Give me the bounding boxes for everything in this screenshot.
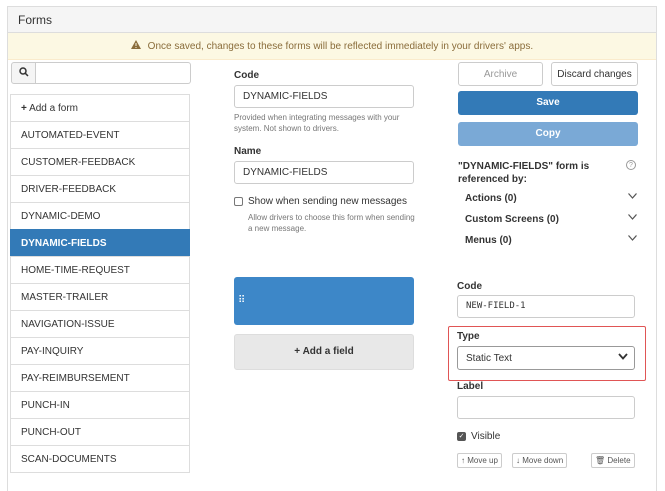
delete-button[interactable]: 🗑 Delete (591, 453, 635, 468)
name-label: Name (234, 146, 262, 157)
drag-handle-icon[interactable]: ⠿ (238, 295, 245, 306)
chevron-down-icon (628, 212, 637, 223)
archive-button[interactable]: Archive (458, 62, 543, 86)
references-actions[interactable]: Actions (0) (465, 193, 637, 204)
form-list-item[interactable]: DRIVER-FEEDBACK (10, 175, 190, 203)
form-list-item[interactable]: HOME-TIME-REQUEST (10, 256, 190, 284)
form-search (11, 62, 191, 84)
visible-label: Visible (471, 431, 501, 442)
code-help: Provided when integrating messages with … (234, 113, 400, 133)
field-type-label: Type (457, 331, 480, 342)
add-field-button[interactable]: + Add a field (234, 334, 414, 370)
references-menus-label: Menus (0) (465, 235, 512, 246)
field-item-selected[interactable]: ⠿ (234, 277, 414, 325)
trash-icon: 🗑 (595, 456, 606, 465)
form-list-item[interactable]: SCAN-DOCUMENTS (10, 445, 190, 473)
visible-checkbox[interactable]: ✓ (457, 431, 466, 441)
show-new-messages-help: Allow drivers to choose this form when s… (248, 213, 415, 233)
move-down-label: Move down (522, 456, 564, 465)
search-input[interactable] (36, 62, 191, 84)
form-list-item[interactable]: PUNCH-IN (10, 391, 190, 419)
panel-header: Forms (8, 7, 656, 33)
help-icon[interactable]: ? (626, 160, 636, 170)
form-list-item[interactable]: MASTER-TRAILER (10, 283, 190, 311)
move-up-label: Move up (467, 456, 498, 465)
chevron-down-icon (628, 233, 637, 244)
add-form-button[interactable]: + Add a form (10, 94, 190, 122)
add-field-label: Add a field (302, 346, 354, 357)
references-menus[interactable]: Menus (0) (465, 235, 637, 246)
references-title: "DYNAMIC-FIELDS" form is referenced by: (458, 161, 590, 185)
chevron-down-icon (618, 352, 628, 363)
field-code-input[interactable]: NEW-FIELD-1 (457, 295, 635, 318)
form-list-item[interactable]: PAY-REIMBURSEMENT (10, 364, 190, 392)
move-up-button[interactable]: ↑ Move up (457, 453, 502, 468)
show-new-messages-checkbox[interactable] (234, 196, 243, 206)
field-label-input[interactable] (457, 396, 635, 419)
warning-text: Once saved, changes to these forms will … (147, 41, 534, 52)
form-list-item[interactable]: CUSTOMER-FEEDBACK (10, 148, 190, 176)
arrow-up-icon: ↑ (461, 456, 465, 465)
copy-button[interactable]: Copy (458, 122, 638, 146)
field-code-label: Code (457, 281, 482, 292)
page-title: Forms (18, 13, 52, 27)
field-label-label: Label (457, 381, 484, 392)
add-form-label: Add a form (29, 103, 78, 114)
delete-label: Delete (607, 456, 631, 465)
plus-icon: + (21, 103, 27, 114)
move-down-button[interactable]: ↓ Move down (512, 453, 568, 468)
references-heading: "DYNAMIC-FIELDS" form is referenced by: … (458, 160, 638, 186)
name-field[interactable]: DYNAMIC-FIELDS (234, 161, 414, 184)
arrow-down-icon: ↓ (516, 456, 520, 465)
references-custom-screens-label: Custom Screens (0) (465, 214, 559, 225)
field-type-value: Static Text (466, 353, 512, 364)
references-actions-label: Actions (0) (465, 193, 517, 204)
form-list-item[interactable]: DYNAMIC-DEMO (10, 202, 190, 230)
references-custom-screens[interactable]: Custom Screens (0) (465, 214, 637, 225)
form-list-item[interactable]: PAY-INQUIRY (10, 337, 190, 365)
chevron-down-icon (628, 191, 637, 202)
plus-icon: + (294, 346, 301, 357)
discard-changes-button[interactable]: Discard changes (551, 62, 638, 86)
form-list-item[interactable]: AUTOMATED-EVENT (10, 121, 190, 149)
warning-icon (130, 40, 141, 52)
visible-option[interactable]: ✓ Visible (457, 431, 500, 442)
warning-banner: Once saved, changes to these forms will … (8, 33, 656, 60)
search-button[interactable] (11, 62, 36, 84)
search-icon (18, 66, 29, 80)
form-list: + Add a form AUTOMATED-EVENT CUSTOMER-FE… (10, 94, 190, 473)
form-list-item[interactable]: NAVIGATION-ISSUE (10, 310, 190, 338)
form-list-item-active[interactable]: DYNAMIC-FIELDS (10, 229, 190, 257)
field-type-select[interactable]: Static Text (457, 346, 635, 370)
code-label: Code (234, 70, 259, 81)
save-button[interactable]: Save (458, 91, 638, 115)
show-new-messages-label: Show when sending new messages (248, 196, 407, 207)
form-list-item[interactable]: PUNCH-OUT (10, 418, 190, 446)
show-new-messages-option[interactable]: Show when sending new messages (234, 196, 407, 207)
code-field[interactable]: DYNAMIC-FIELDS (234, 85, 414, 108)
